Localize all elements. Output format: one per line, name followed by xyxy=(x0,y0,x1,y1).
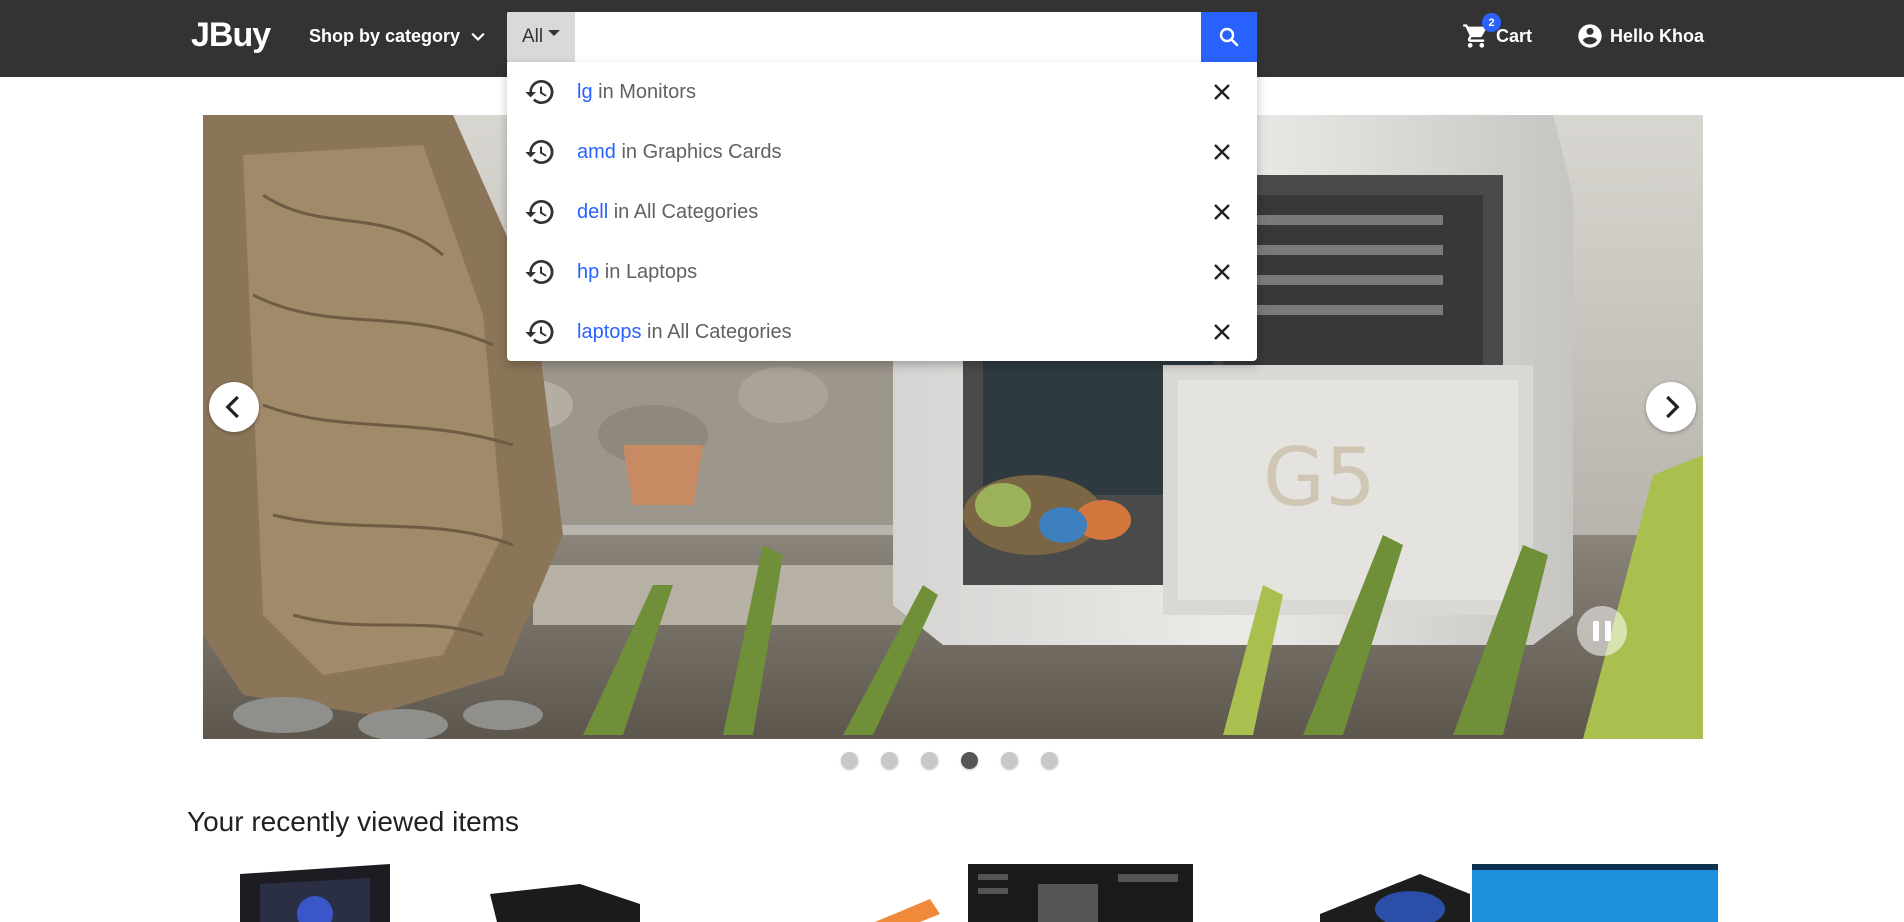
suggestion-term: laptops xyxy=(577,320,642,343)
suggestion-item[interactable]: dell in All Categories xyxy=(507,182,1257,242)
suggestion-connector: in xyxy=(599,260,626,283)
search-bar: All xyxy=(507,12,1257,62)
suggestion-category: Graphics Cards xyxy=(642,140,782,163)
cart-label: Cart xyxy=(1496,25,1533,46)
account-button[interactable]: Hello Khoa xyxy=(1576,22,1704,50)
search-suggestions-dropdown: lg in Monitors amd in Graphics Cards del… xyxy=(507,62,1257,361)
recent-item-graphics-card[interactable] xyxy=(1300,864,1470,922)
close-icon xyxy=(1214,84,1230,100)
suggestion-connector: in xyxy=(641,320,668,343)
suggestion-connector: in xyxy=(615,140,643,163)
search-input[interactable] xyxy=(575,12,1201,62)
chevron-right-icon xyxy=(1666,395,1680,419)
account-circle-icon xyxy=(1578,24,1602,48)
suggestion-text: lg in Monitors xyxy=(577,81,696,104)
remove-suggestion-button[interactable] xyxy=(1207,257,1237,287)
shop-by-category-label: Shop by category xyxy=(309,26,461,46)
suggestion-text: dell in All Categories xyxy=(577,201,758,224)
pause-icon-bar xyxy=(1605,621,1611,641)
suggestion-term: amd xyxy=(577,140,616,163)
recent-item-black-device[interactable] xyxy=(440,864,640,922)
search-category-label: All xyxy=(521,26,544,47)
close-icon xyxy=(1214,324,1230,340)
suggestion-term: dell xyxy=(577,200,609,223)
recently-viewed-list xyxy=(0,864,1904,922)
remove-suggestion-button[interactable] xyxy=(1207,317,1237,347)
history-icon xyxy=(524,316,556,348)
suggestion-term: hp xyxy=(577,260,600,283)
suggestion-item[interactable]: lg in Monitors xyxy=(507,62,1257,122)
shop-by-category-button[interactable]: Shop by category xyxy=(309,26,488,47)
search-category-select[interactable]: All xyxy=(507,12,575,62)
suggestion-category: All Categories xyxy=(633,200,759,223)
close-icon xyxy=(1214,204,1230,220)
carousel-prev-button[interactable] xyxy=(209,382,259,432)
remove-suggestion-button[interactable] xyxy=(1207,137,1237,167)
carousel-indicator-dot[interactable] xyxy=(881,752,898,769)
suggestion-connector: in xyxy=(608,200,634,223)
suggestion-item[interactable]: laptops in All Categories xyxy=(507,302,1257,362)
suggestion-text: laptops in All Categories xyxy=(577,321,792,344)
carousel-indicator-dot[interactable] xyxy=(841,752,858,769)
carousel-indicator-dot[interactable] xyxy=(1041,752,1058,769)
cart-button[interactable]: 2 Cart xyxy=(1462,13,1533,50)
caret-down-icon xyxy=(548,30,561,36)
account-greeting: Hello Khoa xyxy=(1610,25,1705,46)
carousel-indicator-dot[interactable] xyxy=(921,752,938,769)
history-icon xyxy=(524,256,556,288)
suggestion-category: Monitors xyxy=(619,80,696,103)
recent-item-monitor[interactable] xyxy=(1472,864,1718,922)
history-icon xyxy=(524,76,556,108)
close-icon xyxy=(1214,144,1230,160)
remove-suggestion-button[interactable] xyxy=(1207,77,1237,107)
close-icon xyxy=(1214,264,1230,280)
suggestion-category: Laptops xyxy=(625,260,698,283)
chevron-down-icon xyxy=(471,32,485,41)
suggestion-item[interactable]: amd in Graphics Cards xyxy=(507,122,1257,182)
carousel-indicators xyxy=(841,752,1058,769)
chevron-left-icon xyxy=(225,395,239,419)
search-button[interactable] xyxy=(1201,12,1257,62)
suggestion-text: hp in Laptops xyxy=(577,261,697,284)
g5-text: G5 xyxy=(1263,431,1376,524)
remove-suggestion-button[interactable] xyxy=(1207,197,1237,227)
recent-item-pc-case[interactable] xyxy=(220,864,400,922)
history-icon xyxy=(524,196,556,228)
recent-item-motherboard[interactable] xyxy=(968,864,1193,922)
search-icon xyxy=(1219,27,1239,47)
suggestion-item[interactable]: hp in Laptops xyxy=(507,242,1257,302)
suggestion-category: All Categories xyxy=(667,320,792,343)
carousel-next-button[interactable] xyxy=(1646,382,1696,432)
history-icon xyxy=(524,136,556,168)
cart-icon-wrap: 2 xyxy=(1462,13,1501,50)
recently-viewed-title: Your recently viewed items xyxy=(187,806,520,837)
cart-count-badge: 2 xyxy=(1482,13,1501,32)
carousel-indicator-dot[interactable] xyxy=(961,752,978,769)
recent-item-orange-product[interactable] xyxy=(830,864,950,922)
suggestion-term: lg xyxy=(577,80,593,103)
logo[interactable]: JBuy xyxy=(191,16,271,55)
carousel-indicator-dot[interactable] xyxy=(1001,752,1018,769)
carousel-pause-button[interactable] xyxy=(1577,606,1627,656)
suggestion-text: amd in Graphics Cards xyxy=(577,141,782,164)
pause-icon xyxy=(1593,621,1599,641)
suggestion-connector: in xyxy=(592,80,620,103)
